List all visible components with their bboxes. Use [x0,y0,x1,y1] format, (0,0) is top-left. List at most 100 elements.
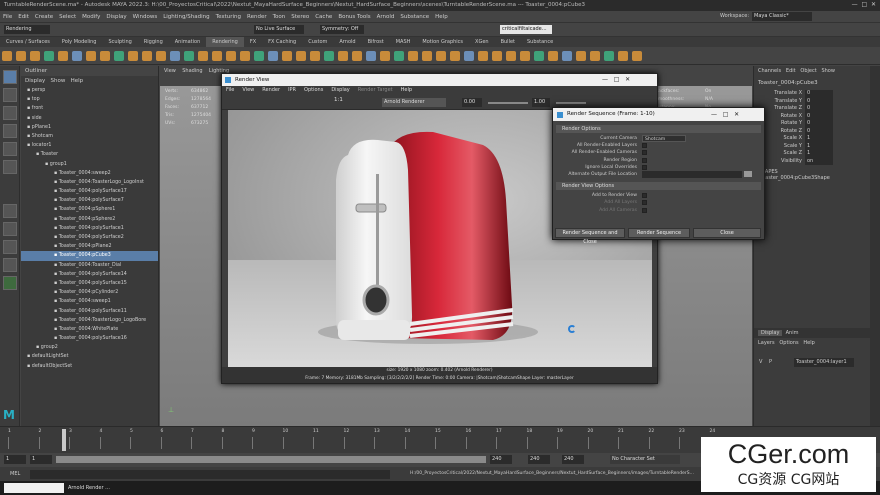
menu-select[interactable]: Select [56,11,79,23]
menu-cache[interactable]: Cache [312,11,335,23]
shelf-tool-icon[interactable] [590,51,600,61]
shelf-tool-icon[interactable] [492,51,502,61]
end-time-field[interactable]: 240 [528,455,550,464]
shelf-tab-curves-surfaces[interactable]: Curves / Surfaces [0,37,56,47]
outliner-item[interactable]: ▪ Toaster_0004:polySurface16 [21,334,158,343]
channel-row[interactable]: Translate Y0 [754,97,870,105]
render-view-menu-ipr[interactable]: IPR [284,86,300,95]
shelf-tab-motion-graphics[interactable]: Motion Graphics [416,37,469,47]
shelf-tab-arnold[interactable]: Arnold [333,37,361,47]
viewport-menu-view[interactable]: View [164,68,176,74]
channel-row[interactable]: Visibility on [754,157,870,165]
channel-side-tabs[interactable] [870,66,880,426]
rs-option-checkbox[interactable] [642,157,647,163]
taskbar-item[interactable]: Arnold Render ... [68,483,110,493]
shelf-tool-icon[interactable] [464,51,474,61]
layout-outliner-icon[interactable] [3,258,17,272]
current-time-marker[interactable] [62,429,66,451]
shelf-tool-icon[interactable] [534,51,544,61]
menu-substance[interactable]: Substance [397,11,432,23]
menu-display[interactable]: Display [103,11,129,23]
shelf-tool-icon[interactable] [604,51,614,61]
shelf-tool-icon[interactable] [58,51,68,61]
layer-playback[interactable]: P [769,358,772,367]
taskbar-search[interactable] [4,483,64,493]
shelf-tab-rendering[interactable]: Rendering [206,37,244,47]
outliner-menu-show[interactable]: Show [51,78,66,84]
render-view-tool-icons[interactable] [226,98,326,106]
camera-select[interactable]: Shotcam [642,135,686,142]
outliner-menu-display[interactable]: Display [25,78,45,84]
shelf-tool-icon[interactable] [72,51,82,61]
start-time-field[interactable]: 1 [4,455,26,464]
shelf-tool-icon[interactable] [618,51,628,61]
channel-row[interactable]: Translate Z0 [754,105,870,113]
outliner-item[interactable]: ▪ Toaster_0004:polySurface17 [21,187,158,196]
shelf-tool-icon[interactable] [184,51,194,61]
render-view-menu-options[interactable]: Options [300,86,327,95]
render-view-controls[interactable]: — □ ✕ [602,74,630,86]
move-tool-icon[interactable] [3,124,17,138]
shelf-tab-animation[interactable]: Animation [169,37,207,47]
select-tool-icon[interactable] [3,70,17,84]
shelf-tool-icon[interactable] [450,51,460,61]
menu-bonus-tools[interactable]: Bonus Tools [335,11,373,23]
lasso-tool-icon[interactable] [3,88,17,102]
menuset-select[interactable]: Rendering [4,25,50,34]
layout-single-icon[interactable] [3,204,17,218]
outliner-item[interactable]: ▪ Toaster_0004:pPlane2 [21,242,158,251]
shelf-tool-icon[interactable] [324,51,334,61]
shelf-tool-icon[interactable] [268,51,278,61]
menu-texturing[interactable]: Texturing [213,11,244,23]
shelf-tool-icon[interactable] [632,51,642,61]
outliner-item[interactable]: ▪ Toaster_0004:polySurface7 [21,196,158,205]
outliner-item[interactable]: ▪ Toaster [21,150,158,159]
shelf-tool-icon[interactable] [310,51,320,61]
outliner-menu-help[interactable]: Help [71,78,84,84]
gamma-slider[interactable] [556,102,586,104]
outliner-item[interactable]: ▪ Toaster_0004:pSphere2 [21,215,158,224]
shelf-tool-icon[interactable] [366,51,376,61]
paint-select-icon[interactable] [3,106,17,120]
rs-option-checkbox[interactable] [642,143,647,149]
shelf-tool-icon[interactable] [128,51,138,61]
outliner-item[interactable]: ▪ defaultLightSet [21,352,158,361]
menu-edit[interactable]: Edit [15,11,32,23]
channel-row[interactable]: Rotate Y0 [754,120,870,128]
shelf-tab-xgen[interactable]: XGen [469,37,495,47]
outliner-item[interactable]: ▪ pPlane1 [21,123,158,132]
shelf-tool-icon[interactable] [142,51,152,61]
shelf-tool-icon[interactable] [170,51,180,61]
channel-row[interactable]: Scale X1 [754,135,870,143]
command-input[interactable] [30,470,390,479]
channel-value[interactable]: 0 [805,97,833,105]
layer-menu-layers[interactable]: Layers [758,340,775,346]
layout-persp-icon[interactable] [3,240,17,254]
channel-value[interactable]: on [805,157,833,165]
output-location-field[interactable] [642,170,742,178]
outliner-item[interactable]: ▪ Toaster_0004:polySurface1 [21,224,158,233]
selection-field[interactable]: criticalfiltaicade... [500,25,552,34]
shelf-tool-icon[interactable] [198,51,208,61]
shelf-tool-icon[interactable] [212,51,222,61]
channel-row[interactable]: Scale Z1 [754,150,870,158]
shelf-tab-sculpting[interactable]: Sculpting [102,37,137,47]
renderer-select[interactable]: Arnold Renderer [382,98,446,107]
render-sequence-and-close-button[interactable]: Render Sequence and Close [555,228,625,245]
outliner-item[interactable]: ▪ side [21,114,158,123]
render-sequence-button[interactable]: Render Sequence [628,228,690,238]
rs-option-checkbox[interactable] [642,193,647,199]
layer-row[interactable]: V P Toaster_0004:layer1 [754,358,871,367]
outliner-item[interactable]: ▪ group1 [21,160,158,169]
outliner-item[interactable]: ▪ front [21,104,158,113]
shelf-tool-icon[interactable] [548,51,558,61]
outliner-item[interactable]: ▪ Toaster_0004:sweep1 [21,297,158,306]
channel-row[interactable]: Translate X0 [754,90,870,98]
outliner-item[interactable]: ▪ Toaster_0004:ToasterLogo_LogoBore [21,316,158,325]
shelf-tab-fx[interactable]: FX [244,37,262,47]
outliner-item[interactable]: ▪ Toaster_0004:pCylinder2 [21,288,158,297]
render-view-menu-render[interactable]: Render [258,86,284,95]
layer-name[interactable]: Toaster_0004:layer1 [794,358,854,367]
layout-four-icon[interactable] [3,222,17,236]
layer-menu-help[interactable]: Help [803,340,814,346]
